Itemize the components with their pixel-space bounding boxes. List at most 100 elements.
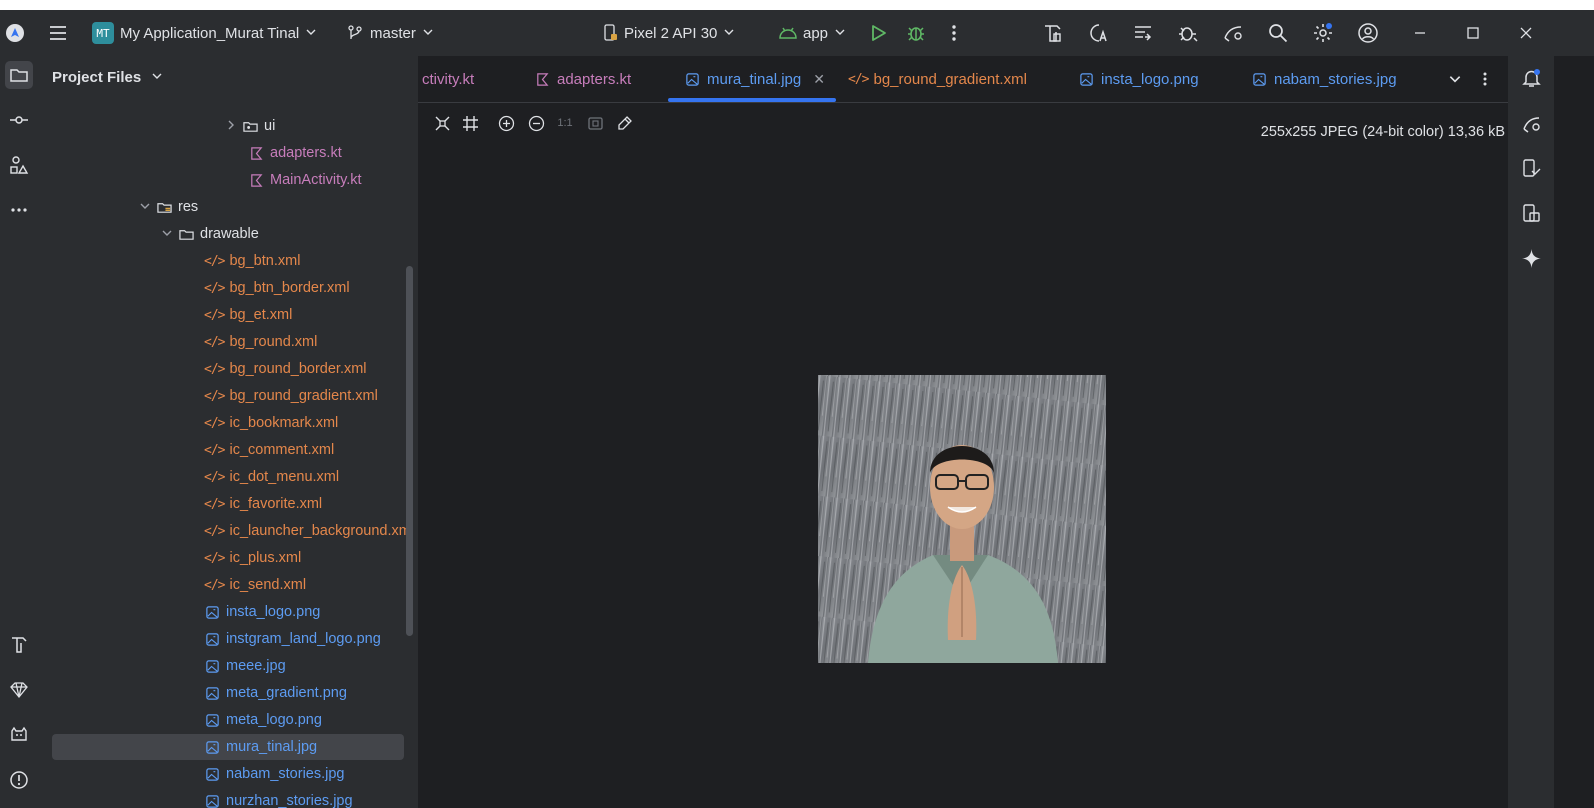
tree-item-label: adapters.kt [270, 145, 342, 161]
maximize-button[interactable] [1461, 21, 1485, 45]
fit-window-icon [587, 116, 603, 130]
device-manager-button[interactable] [1519, 111, 1543, 135]
debug-button[interactable] [904, 21, 928, 45]
commit-icon [10, 116, 28, 124]
toggle-grid-button[interactable] [460, 113, 480, 133]
account-button[interactable] [1356, 21, 1380, 45]
device-selector[interactable]: Pixel 2 API 30 [603, 10, 735, 56]
minimize-button[interactable] [1408, 21, 1432, 45]
fit-icon [435, 116, 449, 130]
running-devices-button[interactable] [1519, 156, 1543, 180]
tree-item-label: ic_bookmark.xml [229, 415, 339, 431]
translate-icon [1090, 24, 1107, 42]
tree-item-mainactivity-kt[interactable]: MainActivity.kt [248, 167, 362, 193]
tree-item-file[interactable]: </> bg_round_gradient.xml [204, 383, 378, 409]
device-mirroring-button[interactable] [1221, 21, 1245, 45]
tree-item-file[interactable]: </> ic_send.xml [204, 572, 306, 598]
app-logo[interactable] [6, 10, 24, 56]
tree-item-file[interactable]: </> bg_round.xml [204, 329, 317, 355]
tree-item-file[interactable]: </> ic_comment.xml [204, 437, 334, 463]
tab-options-button[interactable] [1478, 56, 1492, 102]
tab-mainactivity[interactable]: ctivity.kt [422, 56, 474, 102]
tree-item-file[interactable]: nabam_stories.jpg [204, 761, 345, 787]
tree-item-file[interactable]: </> bg_btn.xml [204, 248, 300, 274]
tree-item-file[interactable]: </> ic_bookmark.xml [204, 410, 338, 436]
tree-item-file[interactable]: meta_gradient.png [204, 680, 347, 706]
chevron-down-icon [723, 25, 735, 42]
folder-icon [10, 69, 28, 82]
zoom-out-button[interactable] [526, 113, 546, 133]
tree-item-file[interactable]: </> ic_launcher_background.xm [204, 518, 411, 544]
tree-item-res[interactable]: res [140, 194, 198, 220]
tree-item-file[interactable]: </> bg_btn_border.xml [204, 275, 350, 301]
device-name: Pixel 2 API 30 [624, 24, 718, 42]
toggle-chessboard-button[interactable] [432, 113, 452, 133]
tree-item-drawable[interactable]: drawable [162, 221, 259, 247]
logcat-tool-button[interactable] [5, 721, 33, 749]
tree-item-label: ic_favorite.xml [229, 496, 323, 512]
editor-gutter-right [1554, 56, 1594, 808]
tab-label: ctivity.kt [422, 70, 475, 88]
tab-bg-round-gradient[interactable]: </> bg_round_gradient.xml [848, 56, 1027, 102]
gemini-tool-button[interactable] [5, 676, 33, 704]
tab-nabam-stories[interactable]: nabam_stories.jpg [1251, 56, 1397, 102]
tree-item-file[interactable]: insta_logo.png [204, 599, 320, 625]
tab-list-button[interactable] [1448, 56, 1462, 102]
git-branch-icon [348, 25, 362, 39]
tab-insta-logo[interactable]: insta_logo.png [1078, 56, 1199, 102]
tree-item-label: insta_logo.png [226, 604, 321, 620]
branch-selector[interactable]: master [346, 10, 434, 56]
image-file-icon [1078, 71, 1094, 87]
search-button[interactable] [1266, 21, 1290, 45]
structure-tool-button[interactable] [5, 151, 33, 179]
project-selector[interactable]: MT My Application_Murat Tinal [92, 10, 317, 56]
image-file-icon [204, 739, 220, 755]
close-window-button[interactable] [1514, 21, 1538, 45]
settings-button[interactable] [1311, 21, 1335, 45]
project-panel-title[interactable]: Project Files [52, 69, 163, 86]
tree-item-file[interactable]: </> bg_et.xml [204, 302, 292, 328]
tree-item-file[interactable]: </> bg_round_border.xml [204, 356, 367, 382]
run-button[interactable] [866, 21, 890, 45]
apply-changes-button[interactable] [1131, 21, 1155, 45]
hammer-icon [12, 637, 27, 653]
tab-adapters[interactable]: adapters.kt [534, 56, 631, 102]
problems-tool-button[interactable] [5, 766, 33, 794]
device-explorer-button[interactable] [1519, 201, 1543, 225]
build-tool-button[interactable] [5, 631, 33, 659]
tree-item-file[interactable]: meta_logo.png [204, 707, 322, 733]
tree-item-adapters-kt[interactable]: adapters.kt [248, 140, 342, 166]
zoom-in-button[interactable] [496, 113, 516, 133]
tree-item-selected-file[interactable]: mura_tinal.jpg [52, 734, 404, 760]
tab-mura-tinal[interactable]: mura_tinal.jpg ✕ [684, 56, 825, 102]
xml-file-icon: </> [204, 361, 226, 377]
tree-item-file[interactable]: meee.jpg [204, 653, 286, 679]
tree-item-file[interactable]: </> ic_plus.xml [204, 545, 301, 571]
tab-label: adapters.kt [557, 70, 632, 88]
translate-button[interactable] [1086, 21, 1110, 45]
notifications-button[interactable] [1519, 66, 1543, 90]
attach-debugger-button[interactable] [1176, 21, 1200, 45]
tree-item-file[interactable]: nurzhan_stories.jpg [204, 788, 353, 808]
color-picker-button[interactable] [614, 113, 634, 133]
project-tool-button[interactable] [5, 61, 33, 89]
more-actions-button[interactable] [942, 21, 966, 45]
build-button[interactable] [1041, 21, 1065, 45]
main-menu-button[interactable] [48, 10, 68, 56]
commit-tool-button[interactable] [5, 106, 33, 134]
gemini-button[interactable] [1519, 246, 1543, 270]
tree-item-label: bg_round_gradient.xml [229, 388, 378, 404]
close-tab-icon[interactable]: ✕ [813, 71, 825, 88]
tree-item-file[interactable]: instgram_land_logo.png [204, 626, 381, 652]
chevron-down-icon [140, 200, 156, 214]
panel-scrollbar[interactable] [406, 266, 413, 636]
run-config-selector[interactable]: app [778, 10, 846, 56]
android-studio-logo-icon [6, 24, 24, 42]
more-tools-button[interactable] [5, 196, 33, 224]
fit-zoom-button[interactable] [585, 113, 605, 133]
actual-size-button[interactable]: 1:1 [555, 113, 575, 133]
tree-item-file[interactable]: </> ic_favorite.xml [204, 491, 322, 517]
tree-item-ui[interactable]: ui [226, 113, 275, 139]
tree-item-file[interactable]: </> ic_dot_menu.xml [204, 464, 339, 490]
editor-tab-bar: ctivity.kt adapters.kt mura_tinal.jpg ✕ … [418, 56, 1508, 103]
